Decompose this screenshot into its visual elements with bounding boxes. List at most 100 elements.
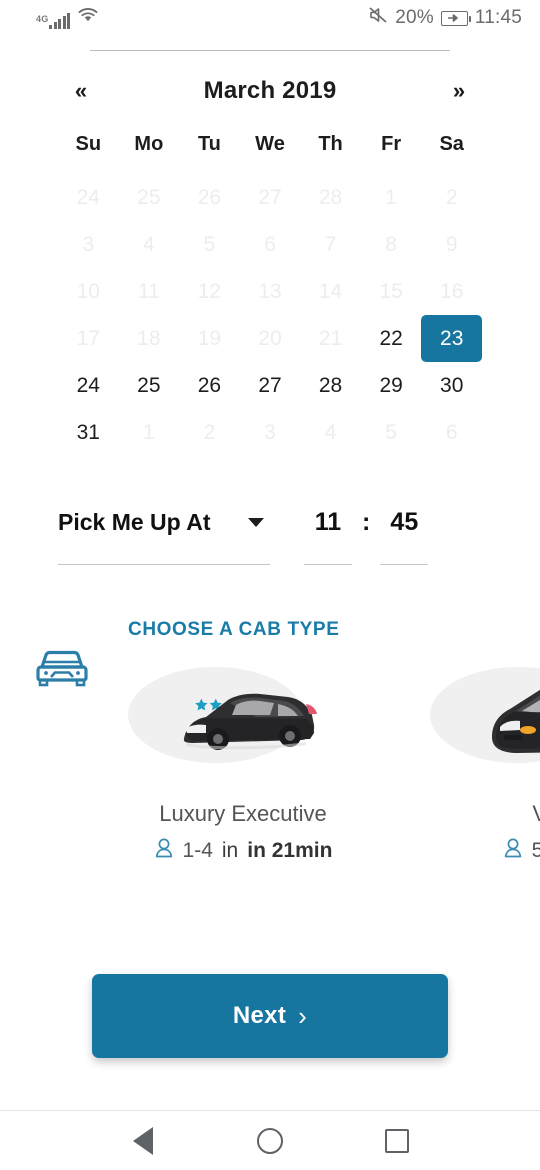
van-car-icon [491,689,540,753]
calendar-day-label: 6 [264,232,276,256]
time-separator: : [362,508,371,536]
calendar-day-cell: 6 [240,221,301,268]
calendar-day-label: 3 [82,232,95,256]
calendar-day-label: 28 [318,185,343,209]
calendar-day-label: 25 [137,185,161,209]
calendar-day-cell[interactable]: 22 [361,315,422,362]
cab-card-name: Luxury Executive [159,801,327,826]
cab-card-luxury-executive[interactable]: Luxury Executive 1-4 in in 21min [128,663,358,865]
cab-card-meta: 5-8 in [430,837,540,865]
calendar-weekday-tu: Tu [197,133,221,155]
calendar-day-label: 24 [76,185,100,209]
network-type-label: 4G [36,14,49,24]
calendar-day-cell: 4 [119,221,180,268]
calendar-prev-button[interactable]: « [64,77,98,105]
next-button-label: Next [232,1002,287,1029]
calendar-day-cell: 1 [119,409,180,456]
calendar-day-cell[interactable]: 24 [58,362,119,409]
pickup-time-field: 11 : 45 [304,502,429,565]
calendar-day-cell[interactable]: 25 [119,362,180,409]
calendar-day-cell: 5 [361,409,422,456]
pickup-minutes-stepper[interactable]: 45 [380,502,429,565]
calendar-day-label: 18 [137,326,161,350]
calendar-day-cell[interactable]: 28 [300,362,361,409]
mute-icon [368,6,388,30]
calendar-day-cell: 19 [179,315,240,362]
footer-actions: Next › [0,974,540,1058]
calendar-day-label: 24 [76,373,100,397]
pickup-minutes-value: 45 [390,508,419,536]
chevron-down-icon [248,517,264,527]
recents-square-icon[interactable] [371,1115,423,1167]
calendar-day-label: 28 [318,373,343,397]
cab-card-capacity: 5-8 [531,839,540,862]
calendar-day-cell: 26 [179,174,240,221]
calendar-day-label: 16 [440,279,464,303]
calendar-day-label: 3 [264,420,276,444]
calendar-weekday-th: Th [318,133,343,155]
calendar-day-cell: 27 [240,174,301,221]
cab-card-artwork [430,663,540,771]
android-nav-bar [0,1110,540,1170]
cab-card-name: Va [532,801,540,826]
calendar-weekday-su: Su [75,133,102,155]
calendar-day-label: 5 [203,232,216,256]
calendar-day-cell: 6 [421,409,482,456]
battery-percent-label: 20% [395,7,434,28]
pickup-mode-select[interactable]: Pick Me Up At [58,502,270,542]
calendar-day-label: 2 [203,420,216,444]
signal-bars-icon: 4G [36,13,71,29]
pickup-mode-underline [58,564,270,565]
battery-charging-icon [440,10,471,26]
calendar-day-cell: 20 [240,315,301,362]
calendar-day-cell[interactable]: 27 [240,362,301,409]
calendar-day-label: 17 [76,326,100,350]
calendar-day-label: 15 [379,279,403,303]
calendar-day-cell: 9 [421,221,482,268]
next-button[interactable]: Next › [92,974,448,1058]
calendar-day-cell: 10 [58,268,119,315]
calendar-day-label: 10 [76,279,100,303]
cab-card-meta: 1-4 in in 21min [128,837,358,865]
calendar-day-label: 5 [385,420,397,444]
calendar-day-cell: 13 [240,268,301,315]
pickup-hours-value: 11 [314,508,342,536]
car-front-icon [36,647,88,687]
calendar-weekday-sa: Sa [439,133,464,155]
calendar-day-cell: 1 [361,174,422,221]
date-picker: « March 2019 » Su Mo Tu We Th Fr Sa 24 25 26 27 28… [0,51,540,456]
cab-type-section: CHOOSE A CAB TYPE Luxury Executive 1-4 i… [0,619,540,865]
calendar-day-cell[interactable]: 23 [421,315,482,362]
calendar-day-cell: 15 [361,268,422,315]
sedan-car-icon [183,693,317,750]
calendar-day-cell[interactable]: 29 [361,362,422,409]
calendar-day-cell[interactable]: 31 [58,409,119,456]
calendar-day-label: 12 [197,279,222,303]
calendar-day-cell[interactable]: 30 [421,362,482,409]
calendar-day-cell[interactable]: 26 [179,362,240,409]
cab-card-eta-prefix: in [221,839,239,862]
calendar-day-label: 29 [379,373,403,397]
calendar-day-cell: 8 [361,221,422,268]
calendar-next-button[interactable]: » [442,77,476,105]
calendar-day-cell: 16 [421,268,482,315]
pickup-hours-stepper[interactable]: 11 [304,502,352,565]
back-triangle-icon[interactable] [117,1115,169,1167]
calendar-day-cell: 7 [300,221,361,268]
pickup-mode-field[interactable]: Pick Me Up At [58,502,270,565]
cab-card-eta: in 21min [247,839,333,862]
home-circle-icon[interactable] [244,1115,296,1167]
pickup-minutes-underline [380,564,429,565]
calendar-day-cell: 12 [179,268,240,315]
calendar-day-label: 1 [143,420,155,444]
cab-card-van[interactable]: Va 5-8 in [430,663,540,865]
calendar-day-label: 26 [197,373,222,397]
calendar-weekday-fr: Fr [381,133,402,155]
calendar-day-cell: 25 [119,174,180,221]
cab-card-capacity: 1-4 [182,839,213,862]
calendar-day-cell: 21 [300,315,361,362]
calendar-day-label: 25 [137,373,161,397]
calendar-day-label: 31 [76,420,100,444]
chevron-right-icon: › [298,1000,308,1031]
calendar-day-cell: 11 [119,268,180,315]
